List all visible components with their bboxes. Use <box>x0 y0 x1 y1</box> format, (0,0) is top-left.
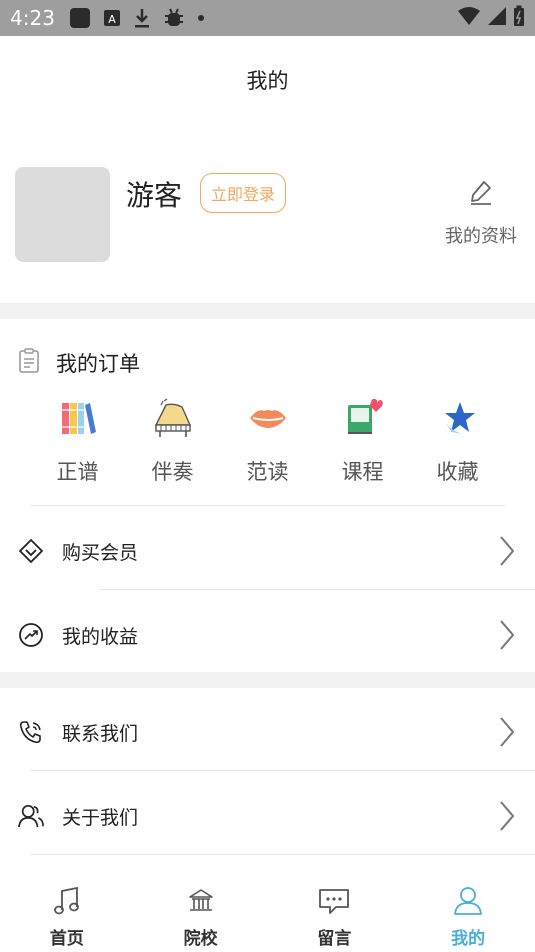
tab-label: 我的 <box>451 929 486 949</box>
tab-home[interactable]: 首页 <box>0 872 134 952</box>
order-item-label: 范读 <box>246 460 289 484</box>
avatar[interactable] <box>15 167 110 262</box>
course-book-icon <box>341 396 385 440</box>
tab-label: 首页 <box>49 929 84 949</box>
divider <box>100 589 535 590</box>
trend-icon <box>18 622 44 648</box>
order-item-reading[interactable]: 范读 <box>220 396 315 486</box>
books-icon <box>56 396 100 440</box>
order-item-course[interactable]: 课程 <box>315 396 410 486</box>
status-bar: 4:23 A <box>0 0 535 36</box>
phone-icon <box>18 719 44 745</box>
chevron-right-icon <box>499 716 515 752</box>
signal-icon <box>487 6 507 30</box>
download-icon <box>133 7 151 29</box>
order-item-label: 课程 <box>341 460 384 484</box>
diamond-icon <box>18 538 44 564</box>
order-item-favorites[interactable]: 收藏 <box>410 396 505 486</box>
my-orders-header: 我的订单 <box>18 348 140 378</box>
section-divider <box>0 672 535 688</box>
menu-row-my-earnings[interactable]: 我的收益 <box>0 593 535 677</box>
orders-icon <box>18 348 40 378</box>
my-orders-title: 我的订单 <box>56 352 140 376</box>
divider <box>30 770 535 771</box>
profile-card: 游客 立即登录 我的资料 <box>0 124 535 304</box>
svg-text:A: A <box>108 13 116 26</box>
tab-label: 院校 <box>183 929 218 949</box>
menu-row-about-us[interactable]: 关于我们 <box>0 774 535 858</box>
tab-mine[interactable]: 我的 <box>401 872 535 952</box>
username: 游客 <box>126 179 183 212</box>
people-icon <box>18 803 44 829</box>
music-note-icon <box>53 886 81 916</box>
order-categories: 正谱 伴奏 范读 课程 收藏 <box>30 396 505 486</box>
battery-icon <box>513 5 525 31</box>
wifi-icon <box>457 6 481 30</box>
user-icon <box>453 886 483 916</box>
chevron-right-icon <box>499 800 515 836</box>
tab-message[interactable]: 留言 <box>268 872 402 952</box>
divider <box>30 854 535 855</box>
menu-row-label: 关于我们 <box>62 806 139 829</box>
lips-icon <box>246 396 290 440</box>
order-item-accompaniment[interactable]: 伴奏 <box>125 396 220 486</box>
tab-school[interactable]: 院校 <box>134 872 268 952</box>
section-divider <box>0 303 535 319</box>
tab-label: 留言 <box>317 929 352 949</box>
app-icon <box>69 7 91 29</box>
page-title-text: 我的 <box>246 69 289 93</box>
piano-icon <box>151 396 195 440</box>
menu-row-label: 购买会员 <box>62 541 139 564</box>
my-profile-button[interactable]: 我的资料 <box>441 179 521 248</box>
menu-row-label: 联系我们 <box>62 722 139 745</box>
bug-icon <box>163 7 185 29</box>
edit-icon <box>468 179 494 210</box>
menu-row-contact-us[interactable]: 联系我们 <box>0 690 535 774</box>
order-item-score[interactable]: 正谱 <box>30 396 125 486</box>
a-icon: A <box>103 9 121 27</box>
menu-row-buy-membership[interactable]: 购买会员 <box>0 509 535 593</box>
message-icon <box>318 886 350 916</box>
menu-row-label: 我的收益 <box>62 625 139 648</box>
bottom-tab-bar: 首页 院校 留言 我的 <box>0 872 535 952</box>
order-item-label: 伴奏 <box>151 460 194 484</box>
login-button[interactable]: 立即登录 <box>200 173 286 213</box>
chevron-right-icon <box>499 535 515 571</box>
page-title: 我的 <box>0 36 535 124</box>
chevron-right-icon <box>499 619 515 655</box>
dot-icon <box>197 14 205 22</box>
order-item-label: 正谱 <box>56 460 99 484</box>
status-time: 4:23 <box>10 6 55 30</box>
divider <box>30 505 505 506</box>
star-icon <box>436 396 480 440</box>
school-icon <box>187 886 215 916</box>
my-profile-label: 我的资料 <box>445 226 517 247</box>
order-item-label: 收藏 <box>436 460 479 484</box>
